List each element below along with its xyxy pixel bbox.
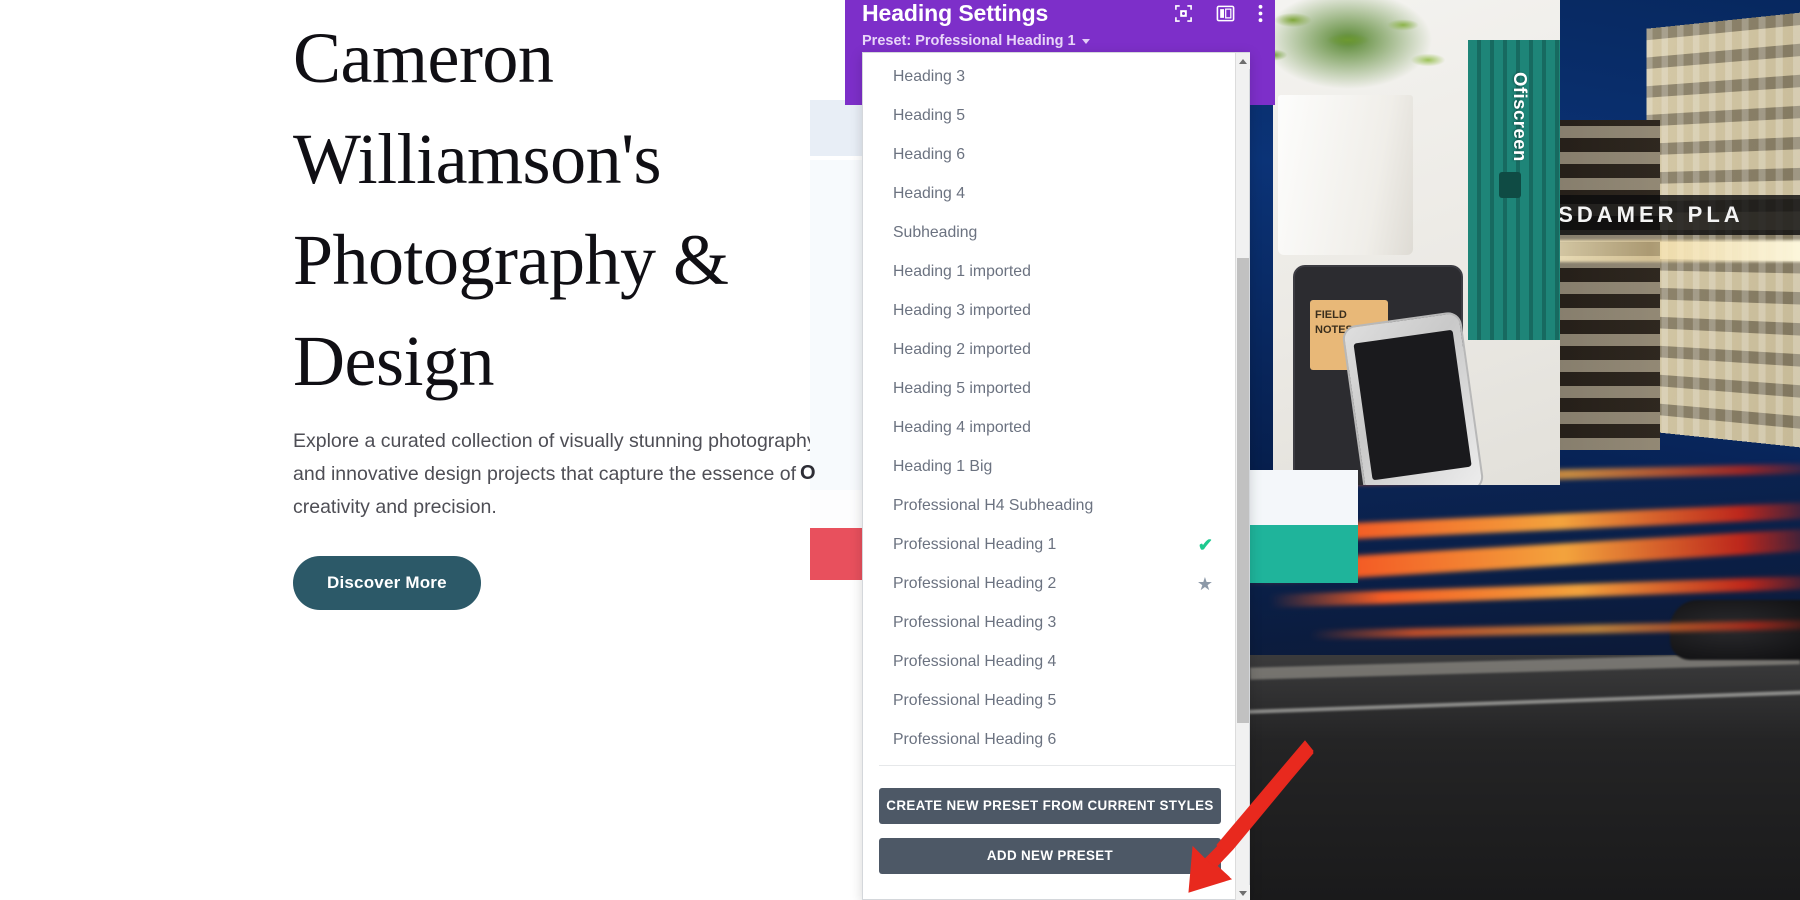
preset-list-item[interactable]: Professional Heading 6 [863,720,1235,759]
preset-list-item-label: Professional Heading 6 [893,730,1057,748]
preset-list-item[interactable]: Professional Heading 3 [863,603,1235,642]
discover-more-button[interactable]: Discover More [293,556,481,610]
preset-selector-toggle[interactable]: Preset: Professional Heading 1 [862,33,1090,49]
preset-list-item-label: Heading 3 [893,67,966,85]
preset-list-item-label: Heading 1 imported [893,262,1031,280]
preset-list-item-label: Professional Heading 2 [893,574,1057,592]
card-letter: O [800,462,816,484]
preset-dropdown-panel: Heading 3 Heading 5 Heading 6 Heading 4 Subh… [862,52,1250,900]
preset-list-item[interactable]: Subheading [863,213,1235,252]
plant-foliage [1273,0,1483,120]
scroll-down-arrow-icon[interactable] [1236,885,1250,900]
preset-list-scrollbar[interactable] [1235,53,1250,900]
preset-list-item-label: Professional H4 Subheading [893,496,1094,514]
preset-list-item-label: Professional Heading 4 [893,652,1057,670]
preset-list-item-label: Heading 4 imported [893,418,1031,436]
preset-list: Heading 3 Heading 5 Heading 6 Heading 4 Subh… [863,53,1235,759]
focus-target-icon[interactable] [1174,4,1193,28]
modal-header-actions [1174,4,1263,28]
chevron-up-icon [1239,58,1247,64]
phone-screen [1353,329,1472,481]
door-knob [1499,172,1521,198]
preset-list-item[interactable]: Heading 6 [863,135,1235,174]
preset-list-item[interactable]: Heading 2 imported [863,330,1235,369]
star-icon[interactable]: ★ [1197,575,1213,593]
preset-list-item[interactable]: Professional H4 Subheading [863,486,1235,525]
scroll-up-arrow-icon[interactable] [1236,53,1250,69]
screen: Cameron Williamson's Photography & Desig… [0,0,1800,900]
hero-paragraph: Explore a curated collection of visually… [293,430,817,518]
preset-list-item-label: Heading 2 imported [893,340,1031,358]
preset-list-item-label: Heading 4 [893,184,966,202]
preset-selector-label: Preset: Professional Heading 1 [862,33,1076,49]
chevron-down-icon [1239,890,1247,896]
preset-list-item[interactable]: Professional Heading 2 ★ [863,564,1235,603]
preset-list-item[interactable]: Heading 4 imported [863,408,1235,447]
city-road [1250,655,1800,900]
preset-list-scroll-area[interactable]: Heading 3 Heading 5 Heading 6 Heading 4 Subh… [863,53,1235,763]
add-new-preset-button[interactable]: Add New Preset [879,838,1221,874]
divider [879,765,1235,766]
preset-list-item[interactable]: Professional Heading 5 [863,681,1235,720]
more-vertical-icon[interactable] [1258,4,1263,28]
preset-list-item-label: Heading 1 Big [893,457,993,475]
chevron-down-icon [1081,38,1090,44]
scrollbar-thumb[interactable] [1237,258,1249,723]
preset-list-item-label: Heading 5 [893,106,966,124]
preset-list-item[interactable]: Heading 3 [863,57,1235,96]
preset-list-item[interactable]: Heading 5 imported [863,369,1235,408]
preset-list-item-label: Professional Heading 3 [893,613,1057,631]
preset-actions: Create New Preset From Current Styles Ad… [863,788,1237,888]
smartphone [1341,310,1485,485]
page-title: Cameron Williamson's Photography & Desig… [293,18,729,401]
preset-list-item-label: Heading 5 imported [893,379,1031,397]
layout-panel-icon[interactable] [1216,4,1235,28]
modal-title: Heading Settings [862,0,1049,26]
preset-list-item-label: Heading 3 imported [893,301,1031,319]
preset-list-item-label: Heading 6 [893,145,966,163]
desk-photo: Ofiscreen FIELD NOTES [1273,0,1560,485]
preset-list-item-label: Subheading [893,223,978,241]
preset-list-item[interactable]: Heading 1 imported [863,252,1235,291]
preset-list-item[interactable]: Heading 1 Big [863,447,1235,486]
create-new-preset-from-current-styles-button[interactable]: Create New Preset From Current Styles [879,788,1221,824]
preset-list-item[interactable]: Heading 5 [863,96,1235,135]
check-icon: ✔ [1197,534,1213,555]
heading-settings-modal: Heading Settings Preset: Professional He… [845,0,1275,900]
preset-list-item[interactable]: Heading 3 imported [863,291,1235,330]
preset-list-item[interactable]: Heading 4 [863,174,1235,213]
preset-list-item-label: Professional Heading 1 [893,535,1057,553]
preset-list-item[interactable]: Professional Heading 1 ✔ [863,525,1235,564]
preset-list-item-label: Professional Heading 5 [893,691,1057,709]
preset-list-item[interactable]: Professional Heading 4 [863,642,1235,681]
ofiscreen-watermark: Ofiscreen [1510,72,1531,162]
